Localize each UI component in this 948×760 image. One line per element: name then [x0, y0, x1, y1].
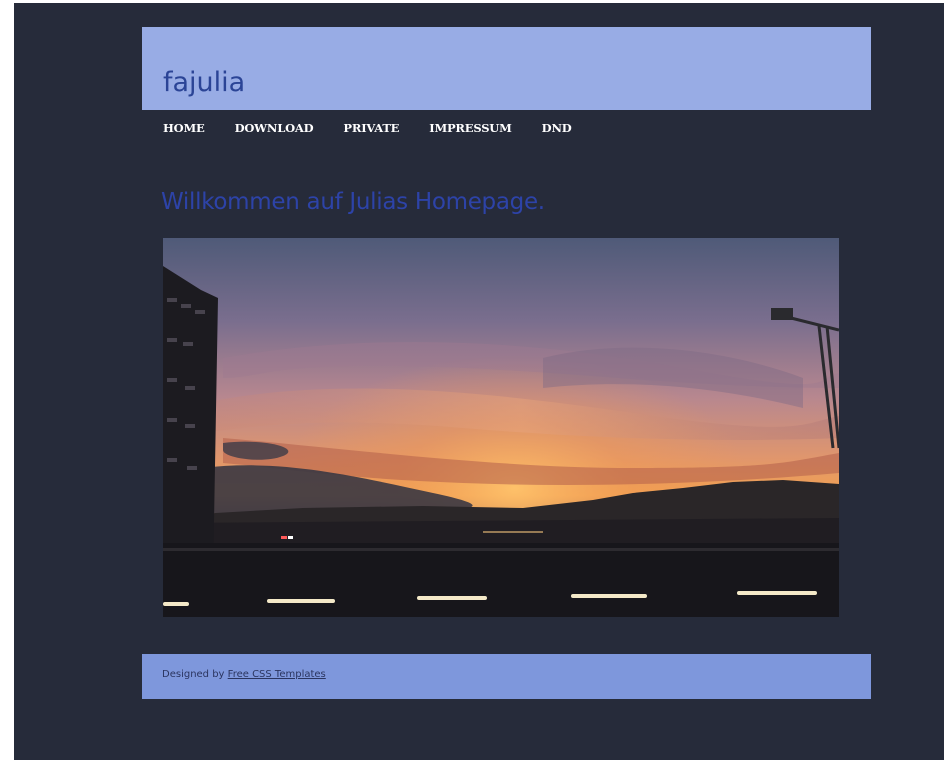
nav-item-dnd[interactable]: DND [542, 119, 572, 137]
main-nav: HOME DOWNLOAD PRIVATE IMPRESSUM DND [163, 119, 602, 137]
nav-item-private[interactable]: PRIVATE [343, 119, 399, 137]
nav-item-download[interactable]: DOWNLOAD [235, 119, 314, 137]
footer-prefix: Designed by [162, 669, 225, 680]
footer-template-link[interactable]: Free CSS Templates [228, 669, 326, 680]
sunset-photo-graphic [163, 238, 839, 617]
site-header: fajulia [142, 27, 871, 110]
nav-item-impressum[interactable]: IMPRESSUM [429, 119, 512, 137]
site-title: fajulia [163, 67, 246, 98]
page-container: fajulia HOME DOWNLOAD PRIVATE IMPRESSUM … [14, 3, 944, 760]
site-footer: Designed by Free CSS Templates [142, 654, 871, 699]
nav-item-home[interactable]: HOME [163, 119, 205, 137]
sunset-photo [163, 238, 839, 617]
page-headline: Willkommen auf Julias Homepage. [161, 189, 545, 215]
footer-credit: Designed by Free CSS Templates [162, 669, 326, 680]
